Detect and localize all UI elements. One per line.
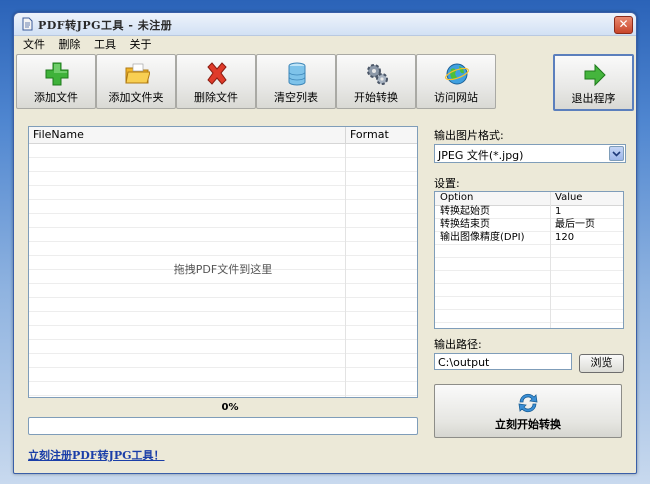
- clear-list-label: 清空列表: [274, 91, 318, 104]
- menu-bar: 文件 删除 工具 关于: [18, 37, 157, 53]
- delete-file-button[interactable]: 删除文件: [176, 54, 256, 109]
- setting-value[interactable]: 1: [552, 206, 561, 218]
- drop-hint: 拖拽PDF文件到这里: [173, 263, 273, 276]
- settings-label: 设置:: [434, 177, 460, 190]
- settings-grid[interactable]: Option Value 转换起始页 1 转换结束页 最后一页 输出图像精度(D…: [434, 191, 624, 329]
- file-list-header: FileName Format: [29, 127, 417, 144]
- visit-website-label: 访问网站: [434, 91, 478, 104]
- setting-option: 输出图像精度(DPI): [440, 232, 525, 243]
- column-filename[interactable]: FileName: [29, 127, 344, 143]
- menu-tools[interactable]: 工具: [89, 37, 121, 53]
- app-icon: [22, 17, 33, 31]
- settings-row-empty: [435, 284, 623, 297]
- settings-row-empty: [435, 271, 623, 284]
- title-bar: PDF转JPG工具 - 未注册 ✕: [14, 13, 636, 36]
- convert-arrows-icon: [518, 393, 538, 413]
- browse-button[interactable]: 浏览: [579, 354, 624, 373]
- settings-row-empty: [435, 245, 623, 258]
- visit-website-button[interactable]: 访问网站: [416, 54, 496, 109]
- output-format-label: 输出图片格式:: [434, 129, 504, 142]
- output-path-input[interactable]: C:\output: [434, 353, 572, 370]
- menu-delete[interactable]: 删除: [54, 37, 86, 53]
- settings-row[interactable]: 输出图像精度(DPI) 120: [435, 232, 623, 245]
- app-window: PDF转JPG工具 - 未注册 ✕ 文件 删除 工具 关于 添加文件 添加文件夹: [13, 12, 637, 474]
- progress-percent: 0%: [221, 402, 239, 413]
- settings-row[interactable]: 转换结束页 最后一页: [435, 219, 623, 232]
- convert-now-label: 立刻开始转换: [495, 418, 561, 431]
- close-button[interactable]: ✕: [614, 16, 633, 34]
- add-file-label: 添加文件: [34, 91, 78, 104]
- settings-header: Option Value: [435, 192, 623, 206]
- settings-row-empty: [435, 258, 623, 271]
- output-path-label: 输出路径:: [434, 338, 482, 351]
- settings-row-empty: [435, 310, 623, 323]
- setting-option: 转换起始页: [440, 206, 490, 217]
- add-folder-button[interactable]: 添加文件夹: [96, 54, 176, 109]
- convert-now-button[interactable]: 立刻开始转换: [434, 384, 622, 438]
- output-format-select[interactable]: JPEG 文件(*.jpg): [434, 144, 626, 163]
- setting-value[interactable]: 120: [552, 232, 574, 244]
- clear-list-button[interactable]: 清空列表: [256, 54, 336, 109]
- add-folder-label: 添加文件夹: [108, 91, 164, 104]
- close-icon: ✕: [618, 17, 629, 31]
- setting-option: 转换结束页: [440, 219, 490, 230]
- window-title: PDF转JPG工具 - 未注册: [38, 19, 173, 32]
- folder-icon: [125, 63, 150, 84]
- menu-about[interactable]: 关于: [125, 37, 157, 53]
- settings-column-option: Option: [440, 192, 474, 203]
- file-list[interactable]: FileName Format 拖拽PDF文件到这里: [28, 126, 418, 398]
- arrow-right-icon: [584, 63, 606, 87]
- exit-label: 退出程序: [571, 92, 616, 105]
- add-file-icon: [45, 62, 69, 86]
- delete-icon: [207, 62, 227, 85]
- output-format-value: JPEG 文件(*.jpg): [438, 149, 524, 162]
- settings-column-divider: [550, 192, 551, 328]
- settings-column-value: Value: [555, 192, 583, 203]
- start-convert-label: 开始转换: [354, 91, 398, 104]
- column-format[interactable]: Format: [345, 127, 418, 143]
- delete-file-label: 删除文件: [194, 91, 238, 104]
- globe-icon: [445, 63, 469, 85]
- settings-row-empty: [435, 297, 623, 310]
- setting-value[interactable]: 最后一页: [552, 219, 595, 231]
- register-link[interactable]: 立刻注册PDF转JPG工具！: [28, 447, 165, 463]
- add-file-button[interactable]: 添加文件: [16, 54, 96, 109]
- settings-row[interactable]: 转换起始页 1: [435, 206, 623, 219]
- menu-file[interactable]: 文件: [18, 37, 50, 53]
- dropdown-arrow-icon[interactable]: [609, 146, 624, 161]
- clear-list-icon: [288, 62, 306, 86]
- progress-bar: [28, 417, 418, 435]
- start-convert-button[interactable]: 开始转换: [336, 54, 416, 109]
- gears-icon: [367, 64, 388, 85]
- exit-button[interactable]: 退出程序: [553, 54, 634, 111]
